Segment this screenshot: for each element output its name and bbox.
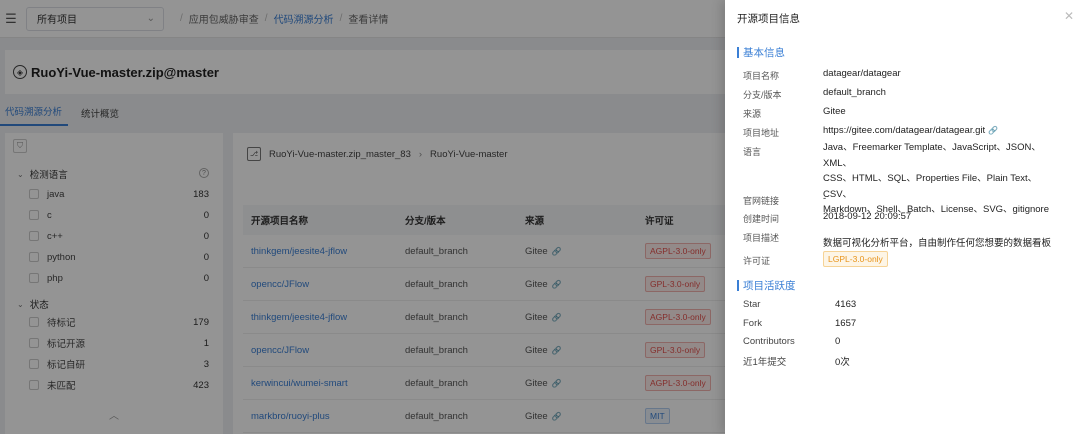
link-icon[interactable]: 🔗 <box>988 126 998 135</box>
project-url[interactable]: https://gitee.com/datagear/datagear.git 🔗 <box>823 125 998 136</box>
field-label: 官网链接 <box>743 196 780 206</box>
field-label: 许可证 <box>743 256 771 266</box>
project-name-value: datagear/datagear <box>823 68 901 79</box>
field-label: 来源 <box>743 109 762 119</box>
field-label: 项目地址 <box>743 128 780 138</box>
activity-label-contributors: Contributors <box>743 336 795 347</box>
section-basic-info: 基本信息 <box>737 45 785 60</box>
section-marker <box>737 47 739 58</box>
close-icon[interactable]: ✕ <box>1064 9 1074 23</box>
activity-value-fork: 1657 <box>835 318 857 329</box>
drawer-title: 开源项目信息 <box>737 13 800 25</box>
activity-value-contributors: 0 <box>835 336 841 347</box>
activity-label-commits: 近1年提交 <box>743 357 787 368</box>
activity-value-commits: 0次 <box>835 357 850 368</box>
field-label: 项目名称 <box>743 71 780 81</box>
section-activity: 项目活跃度 <box>737 278 796 293</box>
license-badge: LGPL-3.0-only <box>823 251 888 267</box>
activity-label-star: Star <box>743 299 761 310</box>
languages-value: Java、Freemarker Template、JavaScript、JSON… <box>823 142 1049 215</box>
created-time-value: 2018-09-12 20:09:57 <box>823 211 912 222</box>
field-label: 分支/版本 <box>743 90 782 100</box>
branch-value: default_branch <box>823 87 886 98</box>
field-label: 语言 <box>743 147 762 157</box>
modal-overlay[interactable] <box>0 0 725 434</box>
description-value: 数据可视化分析平台，自由制作任何您想要的数据看板 <box>823 238 1052 249</box>
activity-value-star: 4163 <box>835 299 857 310</box>
project-info-drawer: 开源项目信息 ✕ 基本信息 项目名称 datagear/datagear 分支/… <box>725 0 1080 434</box>
field-label: 项目描述 <box>743 233 780 243</box>
activity-label-fork: Fork <box>743 318 762 329</box>
field-label: 创建时间 <box>743 214 780 224</box>
section-marker <box>737 280 739 291</box>
source-value: Gitee <box>823 106 846 117</box>
website-value: - <box>823 193 827 204</box>
